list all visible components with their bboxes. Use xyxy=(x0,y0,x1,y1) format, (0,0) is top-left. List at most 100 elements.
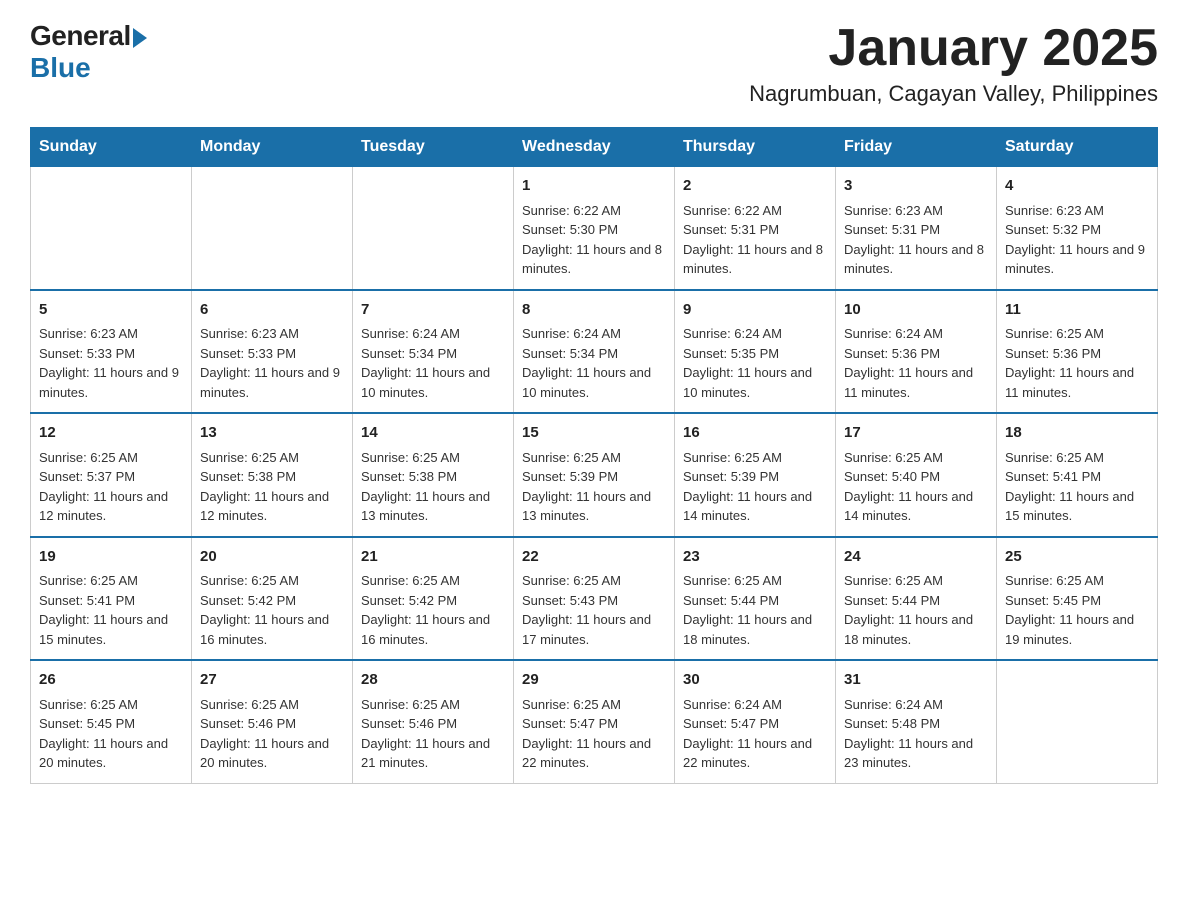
calendar-cell: 3Sunrise: 6:23 AM Sunset: 5:31 PM Daylig… xyxy=(836,167,997,290)
day-number: 8 xyxy=(522,299,666,322)
day-number: 23 xyxy=(683,546,827,569)
logo-arrow-icon xyxy=(133,28,147,48)
day-number: 19 xyxy=(39,546,183,569)
day-info: Sunrise: 6:25 AM Sunset: 5:44 PM Dayligh… xyxy=(683,571,827,649)
calendar-week-1: 1 Sunrise: 6:22 AM Sunset: 5:30 PM Daylig… xyxy=(31,167,1158,290)
calendar-cell: 13 Sunrise: 6:25 AM Sunset: 5:38 PM Dayli… xyxy=(192,413,353,537)
day-number: 30 xyxy=(683,669,827,692)
day-number: 11 xyxy=(1005,299,1149,322)
calendar-cell xyxy=(353,167,514,290)
day-info: Sunrise: 6:24 AM Sunset: 5:35 PM Dayligh… xyxy=(683,324,827,402)
day-info: Sunrise: 6:23 AM Sunset: 5:33 PM Dayligh… xyxy=(200,324,344,402)
day-info: Sunrise: 6:25 AM Sunset: 5:46 PM Dayligh… xyxy=(200,695,344,773)
calendar-header-thursday: Thursday xyxy=(675,128,836,167)
logo-blue-text: Blue xyxy=(30,52,91,84)
day-number: 3 xyxy=(844,175,988,198)
day-info: Sunrise: 6:25 AM Sunset: 5:41 PM Dayligh… xyxy=(39,571,183,649)
day-number: 29 xyxy=(522,669,666,692)
calendar-cell: 1 Sunrise: 6:22 AM Sunset: 5:30 PM Daylig… xyxy=(514,167,675,290)
day-number: 15 xyxy=(522,422,666,445)
calendar-header-friday: Friday xyxy=(836,128,997,167)
day-number: 13 xyxy=(200,422,344,445)
page-header: General Blue January 2025 Nagrumbuan, Ca… xyxy=(30,20,1158,107)
calendar-cell: 5Sunrise: 6:23 AM Sunset: 5:33 PM Daylig… xyxy=(31,290,192,414)
calendar-cell: 28Sunrise: 6:25 AM Sunset: 5:46 PM Dayli… xyxy=(353,660,514,783)
day-number: 27 xyxy=(200,669,344,692)
day-info: Sunrise: 6:25 AM Sunset: 5:46 PM Dayligh… xyxy=(361,695,505,773)
calendar-cell xyxy=(31,167,192,290)
day-number: 22 xyxy=(522,546,666,569)
day-info: Sunrise: 6:24 AM Sunset: 5:36 PM Dayligh… xyxy=(844,324,988,402)
day-info: Sunrise: 6:22 AM Sunset: 5:31 PM Dayligh… xyxy=(683,201,827,279)
day-info: Sunrise: 6:25 AM Sunset: 5:36 PM Dayligh… xyxy=(1005,324,1149,402)
day-info: Sunrise: 6:25 AM Sunset: 5:44 PM Dayligh… xyxy=(844,571,988,649)
calendar-table: SundayMondayTuesdayWednesdayThursdayFrid… xyxy=(30,127,1158,784)
day-number: 24 xyxy=(844,546,988,569)
calendar-cell: 24Sunrise: 6:25 AM Sunset: 5:44 PM Dayli… xyxy=(836,537,997,661)
page-title: January 2025 xyxy=(749,20,1158,77)
calendar-header-monday: Monday xyxy=(192,128,353,167)
calendar-cell: 9Sunrise: 6:24 AM Sunset: 5:35 PM Daylig… xyxy=(675,290,836,414)
calendar-cell: 10Sunrise: 6:24 AM Sunset: 5:36 PM Dayli… xyxy=(836,290,997,414)
day-info: Sunrise: 6:25 AM Sunset: 5:40 PM Dayligh… xyxy=(844,448,988,526)
calendar-cell xyxy=(192,167,353,290)
day-number: 6 xyxy=(200,299,344,322)
day-info: Sunrise: 6:25 AM Sunset: 5:47 PM Dayligh… xyxy=(522,695,666,773)
page-location: Nagrumbuan, Cagayan Valley, Philippines xyxy=(749,81,1158,107)
logo-general-text: General xyxy=(30,20,131,52)
calendar-week-2: 5Sunrise: 6:23 AM Sunset: 5:33 PM Daylig… xyxy=(31,290,1158,414)
logo: General Blue xyxy=(30,20,147,84)
day-number: 21 xyxy=(361,546,505,569)
day-number: 14 xyxy=(361,422,505,445)
calendar-cell: 22Sunrise: 6:25 AM Sunset: 5:43 PM Dayli… xyxy=(514,537,675,661)
calendar-cell: 17Sunrise: 6:25 AM Sunset: 5:40 PM Dayli… xyxy=(836,413,997,537)
calendar-cell: 11Sunrise: 6:25 AM Sunset: 5:36 PM Dayli… xyxy=(997,290,1158,414)
calendar-week-5: 26 Sunrise: 6:25 AM Sunset: 5:45 PM Dayli… xyxy=(31,660,1158,783)
day-number: 18 xyxy=(1005,422,1149,445)
calendar-cell: 18Sunrise: 6:25 AM Sunset: 5:41 PM Dayli… xyxy=(997,413,1158,537)
day-number: 1 xyxy=(522,175,666,198)
day-info: Sunrise: 6:24 AM Sunset: 5:34 PM Dayligh… xyxy=(522,324,666,402)
day-number: 5 xyxy=(39,299,183,322)
day-info: Sunrise: 6:25 AM Sunset: 5:43 PM Dayligh… xyxy=(522,571,666,649)
day-info: Sunrise: 6:25 AM Sunset: 5:39 PM Dayligh… xyxy=(683,448,827,526)
day-number: 7 xyxy=(361,299,505,322)
calendar-cell: 30 Sunrise: 6:24 AM Sunset: 5:47 PM Dayli… xyxy=(675,660,836,783)
day-info: Sunrise: 6:25 AM Sunset: 5:38 PM Dayligh… xyxy=(200,448,344,526)
calendar-header-saturday: Saturday xyxy=(997,128,1158,167)
day-info: Sunrise: 6:25 AM Sunset: 5:38 PM Dayligh… xyxy=(361,448,505,526)
day-number: 10 xyxy=(844,299,988,322)
day-info: Sunrise: 6:25 AM Sunset: 5:37 PM Dayligh… xyxy=(39,448,183,526)
day-number: 26 xyxy=(39,669,183,692)
calendar-cell: 15Sunrise: 6:25 AM Sunset: 5:39 PM Dayli… xyxy=(514,413,675,537)
calendar-cell: 31Sunrise: 6:24 AM Sunset: 5:48 PM Dayli… xyxy=(836,660,997,783)
day-info: Sunrise: 6:25 AM Sunset: 5:42 PM Dayligh… xyxy=(200,571,344,649)
day-info: Sunrise: 6:25 AM Sunset: 5:42 PM Dayligh… xyxy=(361,571,505,649)
calendar-header-tuesday: Tuesday xyxy=(353,128,514,167)
day-info: Sunrise: 6:25 AM Sunset: 5:45 PM Dayligh… xyxy=(1005,571,1149,649)
day-number: 9 xyxy=(683,299,827,322)
calendar-cell: 19Sunrise: 6:25 AM Sunset: 5:41 PM Dayli… xyxy=(31,537,192,661)
calendar-cell: 25Sunrise: 6:25 AM Sunset: 5:45 PM Dayli… xyxy=(997,537,1158,661)
calendar-cell: 6Sunrise: 6:23 AM Sunset: 5:33 PM Daylig… xyxy=(192,290,353,414)
day-number: 2 xyxy=(683,175,827,198)
calendar-cell: 8Sunrise: 6:24 AM Sunset: 5:34 PM Daylig… xyxy=(514,290,675,414)
day-info: Sunrise: 6:23 AM Sunset: 5:33 PM Dayligh… xyxy=(39,324,183,402)
calendar-cell xyxy=(997,660,1158,783)
calendar-cell: 23Sunrise: 6:25 AM Sunset: 5:44 PM Dayli… xyxy=(675,537,836,661)
calendar-cell: 27 Sunrise: 6:25 AM Sunset: 5:46 PM Dayli… xyxy=(192,660,353,783)
calendar-header-sunday: Sunday xyxy=(31,128,192,167)
calendar-cell: 4Sunrise: 6:23 AM Sunset: 5:32 PM Daylig… xyxy=(997,167,1158,290)
calendar-week-3: 12Sunrise: 6:25 AM Sunset: 5:37 PM Dayli… xyxy=(31,413,1158,537)
calendar-cell: 14 Sunrise: 6:25 AM Sunset: 5:38 PM Dayli… xyxy=(353,413,514,537)
calendar-cell: 12Sunrise: 6:25 AM Sunset: 5:37 PM Dayli… xyxy=(31,413,192,537)
calendar-cell: 29 Sunrise: 6:25 AM Sunset: 5:47 PM Dayli… xyxy=(514,660,675,783)
day-info: Sunrise: 6:25 AM Sunset: 5:45 PM Dayligh… xyxy=(39,695,183,773)
calendar-cell: 26 Sunrise: 6:25 AM Sunset: 5:45 PM Dayli… xyxy=(31,660,192,783)
day-info: Sunrise: 6:22 AM Sunset: 5:30 PM Dayligh… xyxy=(522,201,666,279)
day-number: 4 xyxy=(1005,175,1149,198)
day-number: 20 xyxy=(200,546,344,569)
calendar-cell: 16Sunrise: 6:25 AM Sunset: 5:39 PM Dayli… xyxy=(675,413,836,537)
day-info: Sunrise: 6:24 AM Sunset: 5:47 PM Dayligh… xyxy=(683,695,827,773)
calendar-cell: 21Sunrise: 6:25 AM Sunset: 5:42 PM Dayli… xyxy=(353,537,514,661)
